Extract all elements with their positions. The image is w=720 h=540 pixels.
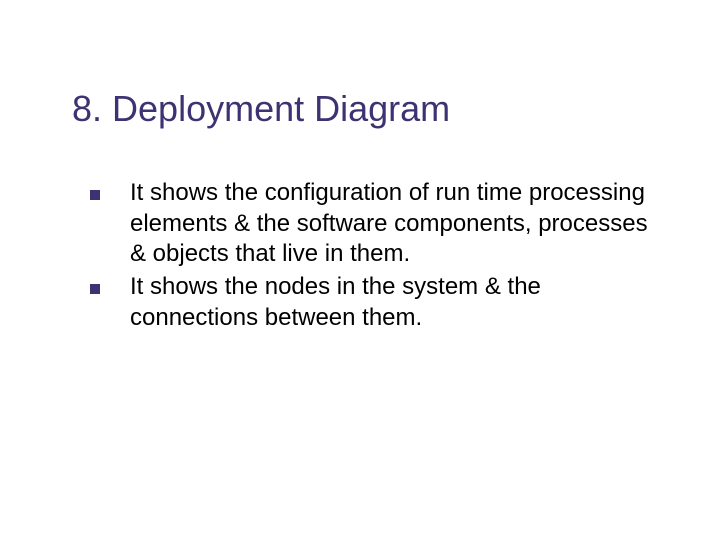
slide-body: It shows the configuration of run time p…: [90, 178, 650, 336]
list-item: It shows the configuration of run time p…: [90, 178, 650, 270]
square-bullet-icon: [90, 190, 100, 200]
square-bullet-icon: [90, 284, 100, 294]
list-item-text: It shows the configuration of run time p…: [130, 178, 650, 270]
list-item-text: It shows the nodes in the system & the c…: [130, 272, 650, 333]
list-item: It shows the nodes in the system & the c…: [90, 272, 650, 333]
slide: 8. Deployment Diagram It shows the confi…: [0, 0, 720, 540]
slide-title: 8. Deployment Diagram: [72, 88, 450, 130]
